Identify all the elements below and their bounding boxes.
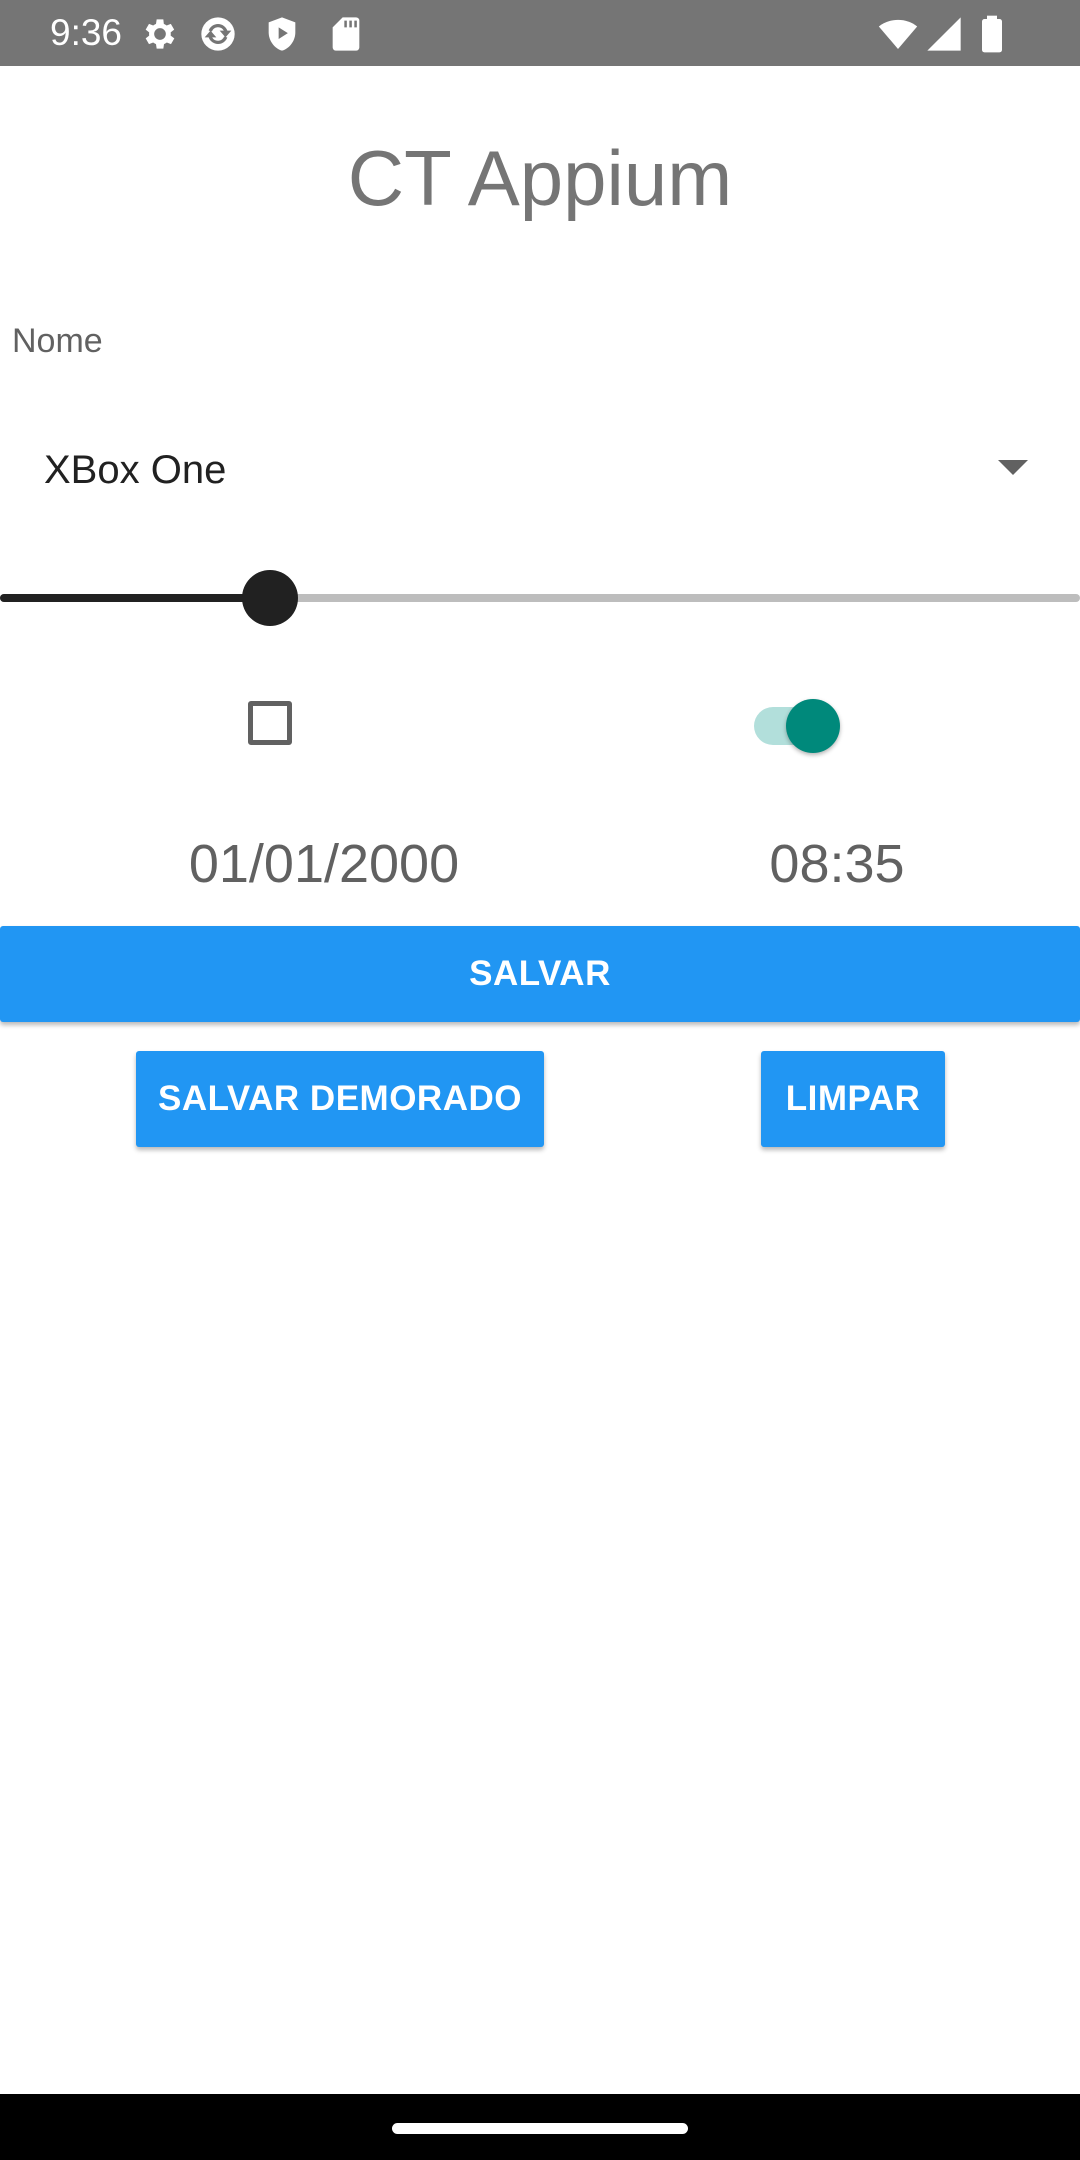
app-title: CT Appium bbox=[347, 134, 733, 222]
sd-card-icon bbox=[326, 14, 366, 54]
home-gesture-handle[interactable] bbox=[392, 2123, 688, 2134]
toggle-switch[interactable] bbox=[752, 698, 842, 754]
status-time: 9:36 bbox=[50, 12, 123, 53]
navigation-bar bbox=[0, 2094, 1080, 2160]
slider-thumb[interactable] bbox=[242, 570, 298, 626]
checkbox[interactable] bbox=[248, 701, 292, 745]
dropdown-arrow-icon bbox=[998, 460, 1028, 475]
spinner-selected-value: XBox One bbox=[44, 448, 227, 492]
gear-icon bbox=[140, 14, 180, 54]
date-picker-field[interactable]: 01/01/2000 bbox=[0, 832, 648, 896]
shield-play-icon bbox=[262, 14, 302, 54]
wifi-icon bbox=[878, 14, 918, 54]
limpar-button[interactable]: LIMPAR bbox=[761, 1051, 945, 1147]
status-bar: 9:36 bbox=[0, 0, 1080, 66]
time-picker-field[interactable]: 08:35 bbox=[648, 832, 1026, 896]
name-label: Nome bbox=[12, 322, 103, 360]
slider-progress bbox=[0, 594, 270, 602]
salvar-demorado-button[interactable]: SALVAR DEMORADO bbox=[136, 1051, 544, 1147]
signal-icon bbox=[924, 14, 964, 54]
battery-icon bbox=[972, 14, 1012, 54]
switch-thumb bbox=[786, 699, 840, 753]
salvar-button[interactable]: SALVAR bbox=[0, 926, 1080, 1022]
console-spinner[interactable]: XBox One bbox=[0, 430, 1080, 510]
seek-slider[interactable] bbox=[0, 568, 1080, 628]
sync-icon bbox=[198, 14, 238, 54]
